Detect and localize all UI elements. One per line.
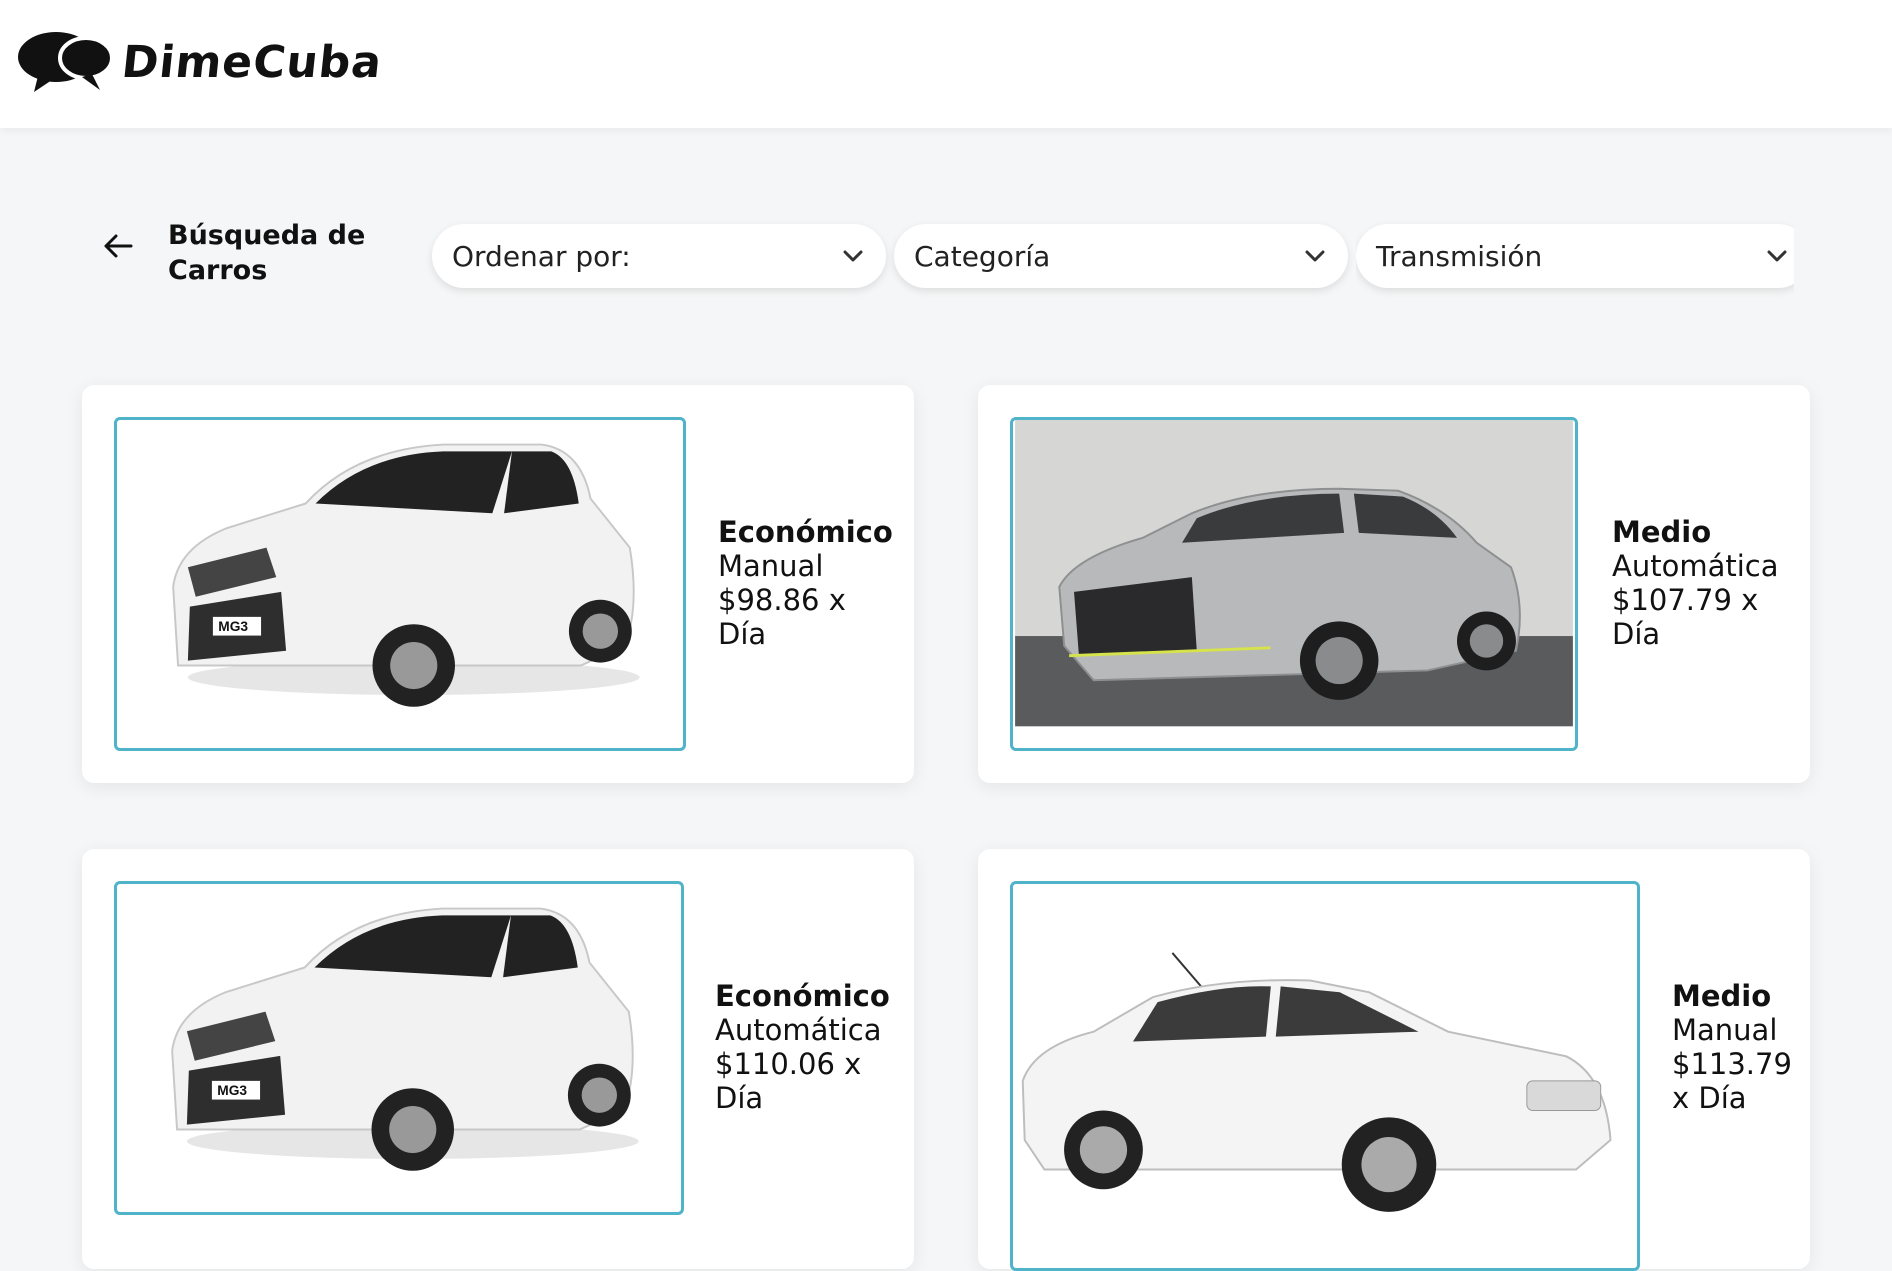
car-transmission: Automática <box>1612 549 1779 583</box>
car-transmission: Manual <box>718 549 824 583</box>
car-price-unit: Día <box>1612 617 1661 651</box>
car-price: $110.06 x <box>715 1047 862 1081</box>
car-card[interactable]: Medio Manual $113.79 x Día <box>978 849 1810 1271</box>
license-plate: MG3 <box>217 1083 247 1098</box>
car-price-unit: Día <box>718 617 767 651</box>
car-details: Económico Automática $110.06 x Día <box>715 979 890 1115</box>
car-price-unit: Día <box>715 1081 764 1115</box>
car-details: Económico Manual $98.86 x Día <box>718 515 893 651</box>
car-card[interactable]: MG3 Económico Manual $98.86 x Día <box>82 385 914 783</box>
car-details: Medio Automática $107.79 x Día <box>1612 515 1779 651</box>
page-title: Búsqueda de Carros <box>168 220 366 286</box>
car-image-mg3: MG3 <box>114 881 684 1215</box>
category-dropdown-label: Categoría <box>914 239 1051 273</box>
car-card[interactable]: MG3 Económico Automática $110.06 x Día <box>82 849 914 1269</box>
sort-dropdown[interactable]: Ordenar por: <box>432 224 886 288</box>
car-details: Medio Manual $113.79 x Día <box>1672 979 1792 1115</box>
transmission-dropdown[interactable]: Transmisión <box>1356 224 1794 288</box>
car-image-peugeot <box>1010 881 1640 1271</box>
chevron-down-icon <box>1767 250 1787 262</box>
back-button[interactable] <box>98 228 138 268</box>
car-price: $113.79 <box>1672 1047 1792 1081</box>
car-category: Económico <box>718 515 893 549</box>
arrow-left-icon <box>101 229 135 267</box>
car-card[interactable]: Medio Automática $107.79 x Día <box>978 385 1810 783</box>
filter-scroll-area: Transmisión <box>1356 214 1794 298</box>
car-category: Económico <box>715 979 890 1013</box>
car-category: Medio <box>1612 515 1712 549</box>
car-transmission: Manual <box>1672 1013 1778 1047</box>
top-header: DimeCuba <box>0 0 1892 128</box>
chevron-down-icon <box>843 250 863 262</box>
car-price: $107.79 x <box>1612 583 1759 617</box>
brand-name: DimeCuba <box>119 36 385 88</box>
sort-dropdown-label: Ordenar por: <box>452 239 631 273</box>
car-price: $98.86 x <box>718 583 846 617</box>
transmission-dropdown-label: Transmisión <box>1376 239 1543 273</box>
category-dropdown[interactable]: Categoría <box>894 224 1348 288</box>
car-price-unit: x Día <box>1672 1081 1747 1115</box>
car-category: Medio <box>1672 979 1772 1013</box>
brand-logo[interactable]: DimeCuba <box>16 30 385 94</box>
license-plate: MG3 <box>218 619 248 634</box>
chevron-down-icon <box>1305 250 1325 262</box>
car-image-mg3: MG3 <box>114 417 686 751</box>
car-image-sedan <box>1010 417 1578 751</box>
car-transmission: Automática <box>715 1013 882 1047</box>
speech-bubbles-icon <box>16 30 114 94</box>
